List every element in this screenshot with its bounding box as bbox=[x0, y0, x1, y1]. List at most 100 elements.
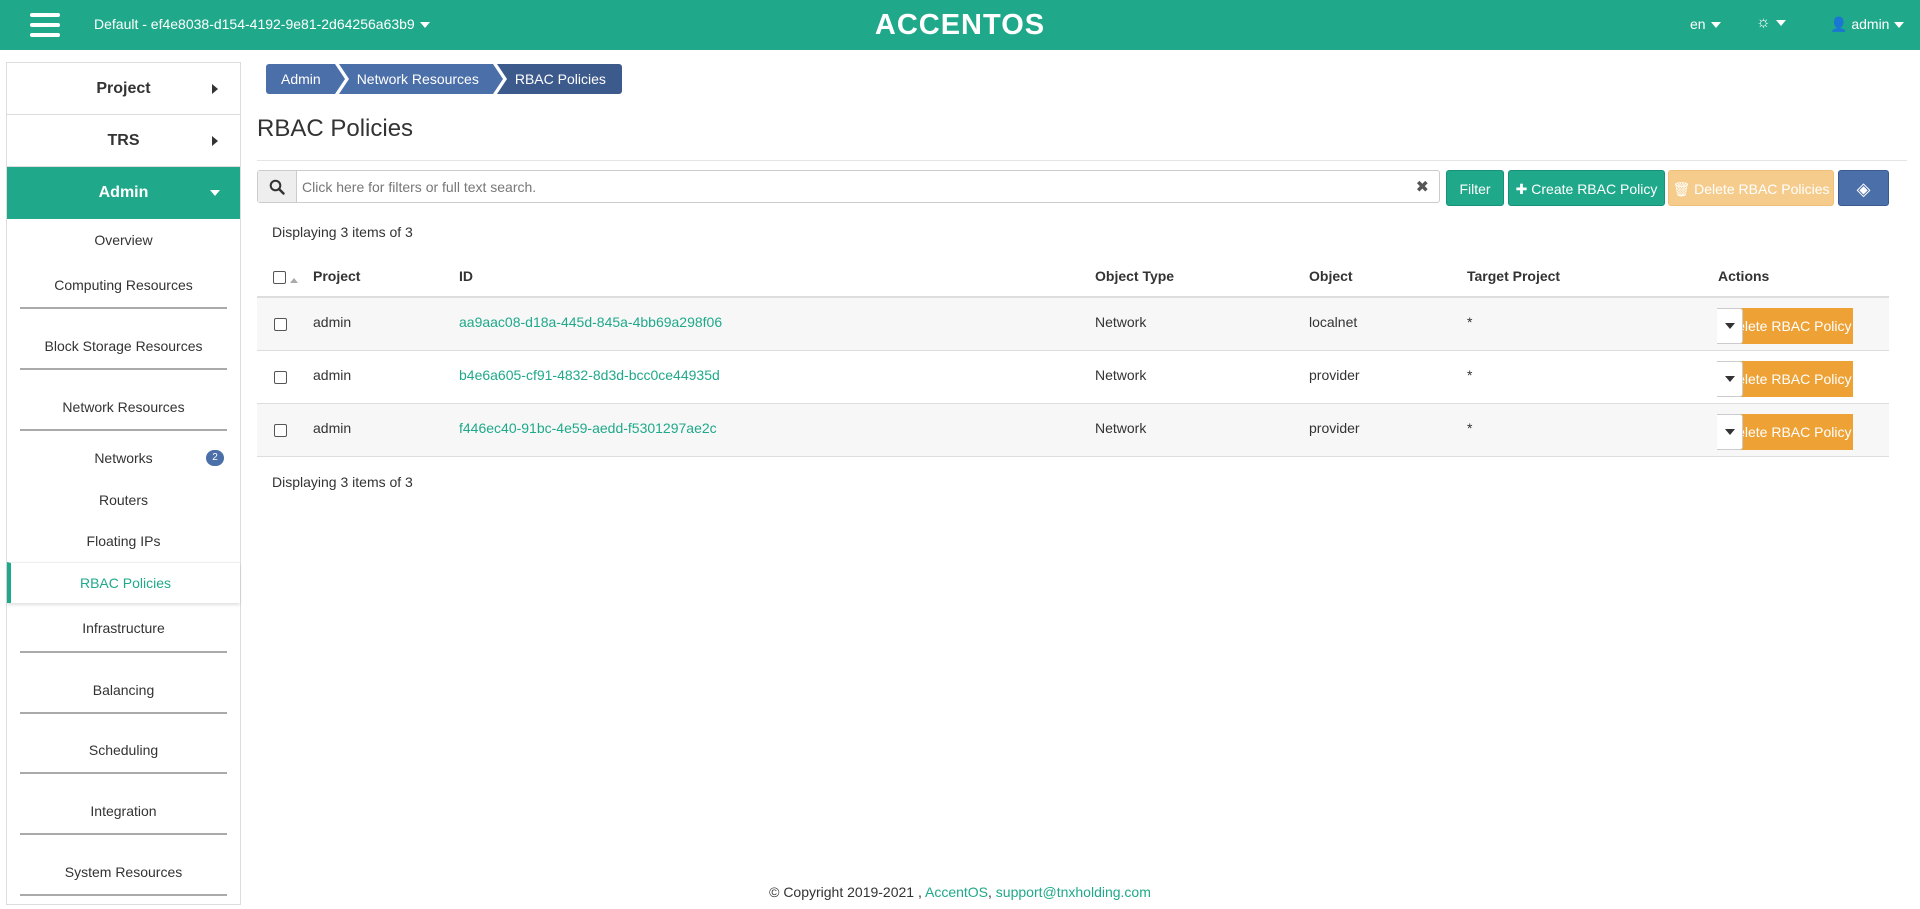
cell-project: admin bbox=[313, 420, 352, 436]
breadcrumb-network-resources[interactable]: Network Resources bbox=[338, 64, 504, 94]
project-selector[interactable]: Default - ef4e8038-d154-4192-9e81-2d6425… bbox=[94, 16, 430, 32]
brand-link[interactable]: AccentOS bbox=[925, 884, 988, 900]
sidebar-item-network-resources[interactable]: Network Resources bbox=[7, 370, 240, 431]
language-selector[interactable]: en bbox=[1690, 16, 1721, 32]
sidebar-item-computing-resources[interactable]: Computing Resources bbox=[7, 261, 240, 309]
sidebar-item-networks[interactable]: Networks 2 bbox=[7, 431, 240, 480]
sidebar-item-label: Routers bbox=[98, 492, 149, 508]
cell-object: provider bbox=[1309, 367, 1360, 383]
chevron-right-icon bbox=[212, 136, 218, 146]
sidebar-item-label: Block Storage Resources bbox=[44, 338, 203, 354]
footer-separator: , bbox=[988, 884, 992, 900]
column-header-object[interactable]: Object bbox=[1309, 268, 1353, 284]
theme-selector[interactable]: ☼ bbox=[1756, 14, 1786, 32]
cell-project: admin bbox=[313, 314, 352, 330]
select-all-area bbox=[273, 271, 298, 287]
sidebar-item-label: Infrastructure bbox=[82, 620, 165, 636]
project-selector-label: Default - ef4e8038-d154-4192-9e81-2d6425… bbox=[94, 16, 415, 32]
select-all-checkbox[interactable] bbox=[273, 271, 286, 284]
sidebar: Project TRS Admin Overview Computing Res… bbox=[6, 62, 241, 905]
sidebar-item-trs[interactable]: TRS bbox=[7, 115, 240, 167]
breadcrumb-rbac-policies[interactable]: RBAC Policies bbox=[496, 64, 622, 94]
user-icon: 👤 bbox=[1830, 16, 1848, 32]
delete-rbac-policies-button[interactable]: 🗑 Delete RBAC Policies bbox=[1668, 170, 1834, 206]
trash-icon: 🗑 bbox=[1672, 181, 1691, 197]
chevron-down-icon bbox=[210, 190, 220, 196]
actions-dropdown-toggle[interactable] bbox=[1717, 308, 1743, 344]
sidebar-item-integration[interactable]: Integration bbox=[7, 774, 240, 835]
page-title: RBAC Policies bbox=[257, 115, 414, 142]
filter-button[interactable]: Filter bbox=[1446, 170, 1504, 206]
sidebar-item-scheduling[interactable]: Scheduling bbox=[7, 714, 240, 774]
sidebar-item-label: Computing Resources bbox=[54, 277, 193, 293]
hamburger-menu-icon[interactable] bbox=[30, 13, 60, 37]
chevron-down-icon bbox=[1894, 22, 1905, 29]
cell-object: provider bbox=[1309, 420, 1360, 436]
cell-id-link[interactable]: f446ec40-91bc-4e59-aedd-f5301297ae2c bbox=[459, 420, 717, 436]
user-menu[interactable]: 👤 admin bbox=[1830, 16, 1905, 33]
divider bbox=[257, 160, 1907, 161]
sidebar-item-label: Integration bbox=[90, 803, 157, 819]
column-header-object-type[interactable]: Object Type bbox=[1095, 268, 1174, 284]
sidebar-item-admin[interactable]: Admin bbox=[7, 167, 240, 219]
sidebar-item-routers[interactable]: Routers bbox=[7, 480, 240, 521]
support-email-link[interactable]: support@tnxholding.com bbox=[996, 884, 1151, 900]
search-bar: ✖ bbox=[257, 170, 1440, 203]
cell-project: admin bbox=[313, 367, 352, 383]
actions-dropdown-toggle[interactable] bbox=[1717, 361, 1743, 397]
sort-up-icon[interactable] bbox=[290, 277, 298, 283]
sun-icon: ☼ bbox=[1756, 14, 1771, 31]
chevron-down-icon bbox=[1775, 19, 1786, 26]
sidebar-item-block-storage[interactable]: Block Storage Resources bbox=[7, 309, 240, 370]
chevron-down-icon bbox=[1710, 22, 1721, 29]
sidebar-item-balancing[interactable]: Balancing bbox=[7, 653, 240, 714]
info-icon: ◈ bbox=[1856, 179, 1871, 199]
items-count: Displaying 3 items of 3 bbox=[272, 224, 413, 240]
chevron-down-icon bbox=[419, 22, 430, 29]
table-header: Project ID Object Type Object Target Pro… bbox=[257, 258, 1889, 298]
breadcrumb: Admin Network Resources RBAC Policies bbox=[266, 64, 626, 94]
sidebar-item-label: TRS bbox=[107, 131, 140, 149]
sidebar-item-label: System Resources bbox=[64, 864, 183, 880]
sidebar-item-overview[interactable]: Overview bbox=[7, 219, 240, 261]
sidebar-item-project[interactable]: Project bbox=[7, 63, 240, 115]
sidebar-item-label: Admin bbox=[98, 184, 149, 201]
row-checkbox[interactable] bbox=[274, 318, 287, 331]
count-badge: 2 bbox=[206, 450, 224, 466]
cell-target-project: * bbox=[1467, 420, 1473, 436]
row-checkbox[interactable] bbox=[274, 424, 287, 437]
sidebar-item-label: Networks bbox=[94, 450, 153, 466]
table-row: admin f446ec40-91bc-4e59-aedd-f5301297ae… bbox=[257, 404, 1889, 457]
sidebar-item-infrastructure[interactable]: Infrastructure bbox=[7, 603, 240, 653]
cell-object-type: Network bbox=[1095, 314, 1147, 330]
cell-object-type: Network bbox=[1095, 420, 1147, 436]
search-icon[interactable] bbox=[258, 171, 297, 202]
sidebar-item-label: Project bbox=[96, 79, 151, 97]
cell-target-project: * bbox=[1467, 314, 1473, 330]
sidebar-item-label: Floating IPs bbox=[86, 533, 161, 549]
close-icon[interactable]: ✖ bbox=[1416, 177, 1429, 197]
chevron-right-icon bbox=[212, 84, 218, 94]
sidebar-item-rbac-policies[interactable]: RBAC Policies bbox=[7, 562, 240, 603]
cell-object-type: Network bbox=[1095, 367, 1147, 383]
cell-id-link[interactable]: aa9aac08-d18a-445d-845a-4bb69a298f06 bbox=[459, 314, 722, 330]
column-header-target-project[interactable]: Target Project bbox=[1467, 268, 1560, 284]
column-header-id[interactable]: ID bbox=[459, 268, 473, 284]
actions-dropdown-toggle[interactable] bbox=[1717, 414, 1743, 450]
create-rbac-policy-button[interactable]: ✚ Create RBAC Policy bbox=[1508, 170, 1665, 206]
cell-object: localnet bbox=[1309, 314, 1358, 330]
info-button[interactable]: ◈ bbox=[1838, 170, 1889, 206]
sidebar-item-floating-ips[interactable]: Floating IPs bbox=[7, 521, 240, 562]
cell-target-project: * bbox=[1467, 367, 1473, 383]
cell-id-link[interactable]: b4e6a605-cf91-4832-8d3d-bcc0ce44935d bbox=[459, 367, 720, 383]
user-name: admin bbox=[1851, 16, 1890, 32]
column-header-project[interactable]: Project bbox=[313, 268, 360, 284]
copyright-text: © Copyright 2019-2021 , bbox=[769, 884, 922, 900]
column-header-actions: Actions bbox=[1718, 268, 1770, 284]
search-input[interactable] bbox=[302, 171, 1402, 202]
delete-rbac-policies-label: Delete RBAC Policies bbox=[1694, 181, 1830, 197]
breadcrumb-admin[interactable]: Admin bbox=[266, 64, 345, 94]
language-label: en bbox=[1690, 16, 1706, 32]
table-row: admin aa9aac08-d18a-445d-845a-4bb69a298f… bbox=[257, 298, 1889, 351]
row-checkbox[interactable] bbox=[274, 371, 287, 384]
